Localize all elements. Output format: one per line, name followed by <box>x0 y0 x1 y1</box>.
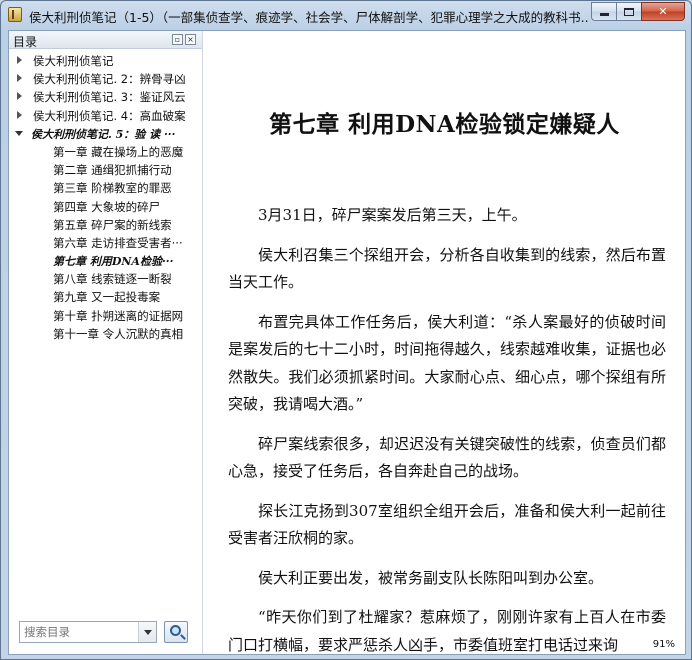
toc-chapter-1[interactable]: 第一章 藏在操场上的恶魔 <box>9 142 202 160</box>
toc-tree: 侯大利刑侦笔记 侯大利刑侦笔记. 2：辨骨寻凶 侯大利刑侦笔记. 3：鉴证风云 … <box>9 51 202 342</box>
toc-chapter-3[interactable]: 第三章 阶梯教室的罪恶 <box>9 178 202 196</box>
toc-book-4[interactable]: 侯大利刑侦笔记. 4：高血破案 <box>9 106 202 124</box>
collapse-arrow-icon[interactable] <box>15 130 23 136</box>
reading-progress: 91% <box>652 639 675 650</box>
search-button[interactable] <box>164 621 188 643</box>
paragraph: 探长江克扬到307室组织全组开会后，准备和侯大利一起前往受害者汪欣桐的家。 <box>228 501 666 548</box>
book-app-icon <box>8 7 22 22</box>
restore-icon: ▫ <box>174 35 181 44</box>
toc-title: 目录 <box>13 35 38 49</box>
toc-sidebar: 目录 ▫ × 侯大利刑侦笔记 侯大利刑侦笔记. 2：辨骨寻凶 侯大利刑侦笔记. … <box>9 31 203 654</box>
toc-chapter-6[interactable]: 第六章 走访排查受害者··· <box>9 233 202 251</box>
paragraph: “昨天你们到了杜耀家？惹麻烦了，刚刚许家有上百人在市委门口打横幅，要求严惩杀人凶… <box>228 608 666 654</box>
chapter-body: 3月31日，碎尸案案发后第三天，上午。 侯大利召集三个探组开会，分析各自收集到的… <box>228 202 666 654</box>
title-bar[interactable]: 侯大利刑侦笔记（1-5）（一部集侦查学、痕迹学、社会学、尸体解剖学、犯罪心理学之… <box>1 1 691 29</box>
pin-pane-button[interactable]: ▫ <box>172 34 183 45</box>
toc-chapter-10[interactable]: 第十章 扑朔迷离的证据网 <box>9 306 202 324</box>
search-history-dropdown[interactable] <box>138 622 156 642</box>
search-icon <box>170 625 181 636</box>
toc-book-5[interactable]: 侯大利刑侦笔记. 5：验 读 ··· <box>9 124 202 142</box>
toc-chapter-11[interactable]: 第十一章 令人沉默的真相 <box>9 324 202 342</box>
expand-arrow-icon[interactable] <box>17 74 22 83</box>
expand-arrow-icon[interactable] <box>17 56 22 64</box>
close-icon: ✕ <box>658 5 668 18</box>
paragraph: 布置完具体工作任务后，侯大利道：“杀人案最好的侦破时间是案发后的七十二小时，时间… <box>228 312 666 414</box>
toc-chapter-5[interactable]: 第五章 碎尸案的新线索 <box>9 215 202 233</box>
paragraph: 侯大利召集三个探组开会，分析各自收集到的线索，然后布置当天工作。 <box>228 245 666 292</box>
maximize-icon <box>624 7 634 16</box>
paragraph: 3月31日，碎尸案案发后第三天，上午。 <box>258 206 527 224</box>
minimize-icon <box>599 13 609 16</box>
expand-arrow-icon[interactable] <box>17 92 22 101</box>
paragraph: 碎尸案线索很多，却迟迟没有关键突破性的线索，侦查员们都心急，接受了任务后，各自奔… <box>228 434 666 481</box>
toc-chapter-4[interactable]: 第四章 大象坡的碎尸 <box>9 197 202 215</box>
paragraph: 侯大利正要出发，被常务副支队长陈阳叫到办公室。 <box>258 568 604 587</box>
toc-search-box <box>19 621 157 643</box>
toc-book-2[interactable]: 侯大利刑侦笔记. 2：辨骨寻凶 <box>9 69 202 87</box>
expand-arrow-icon[interactable] <box>17 110 22 119</box>
close-icon: × <box>187 35 194 44</box>
close-button[interactable]: ✕ <box>641 2 685 21</box>
toc-book-3[interactable]: 侯大利刑侦笔记. 3：鉴证风云 <box>9 87 202 105</box>
app-window: 侯大利刑侦笔记（1-5）（一部集侦查学、痕迹学、社会学、尸体解剖学、犯罪心理学之… <box>0 0 692 660</box>
toc-chapter-9[interactable]: 第九章 又一起投毒案 <box>9 287 202 305</box>
minimize-button[interactable] <box>591 2 617 21</box>
client-area: 目录 ▫ × 侯大利刑侦笔记 侯大利刑侦笔记. 2：辨骨寻凶 侯大利刑侦笔记. … <box>8 30 686 655</box>
close-pane-button[interactable]: × <box>185 34 196 45</box>
toc-chapter-7-current[interactable]: 第七章 利用DNA检验··· <box>9 251 202 269</box>
toc-header: 目录 ▫ × <box>9 31 202 49</box>
toc-chapter-8[interactable]: 第八章 线索链逐一断裂 <box>9 269 202 287</box>
toc-chapter-2[interactable]: 第二章 通缉犯抓捕行动 <box>9 160 202 178</box>
chapter-title: 第七章 利用DNA检验锁定嫌疑人 <box>269 111 620 138</box>
window-controls: ✕ <box>591 2 685 22</box>
maximize-button[interactable] <box>616 2 642 21</box>
reading-pane[interactable]: 第七章 利用DNA检验锁定嫌疑人 3月31日，碎尸案案发后第三天，上午。 侯大利… <box>204 31 685 654</box>
toc-book-1[interactable]: 侯大利刑侦笔记 <box>9 51 202 69</box>
toc-search-input[interactable] <box>20 622 138 642</box>
window-title: 侯大利刑侦笔记（1-5）（一部集侦查学、痕迹学、社会学、尸体解剖学、犯罪心理学之… <box>29 10 589 25</box>
